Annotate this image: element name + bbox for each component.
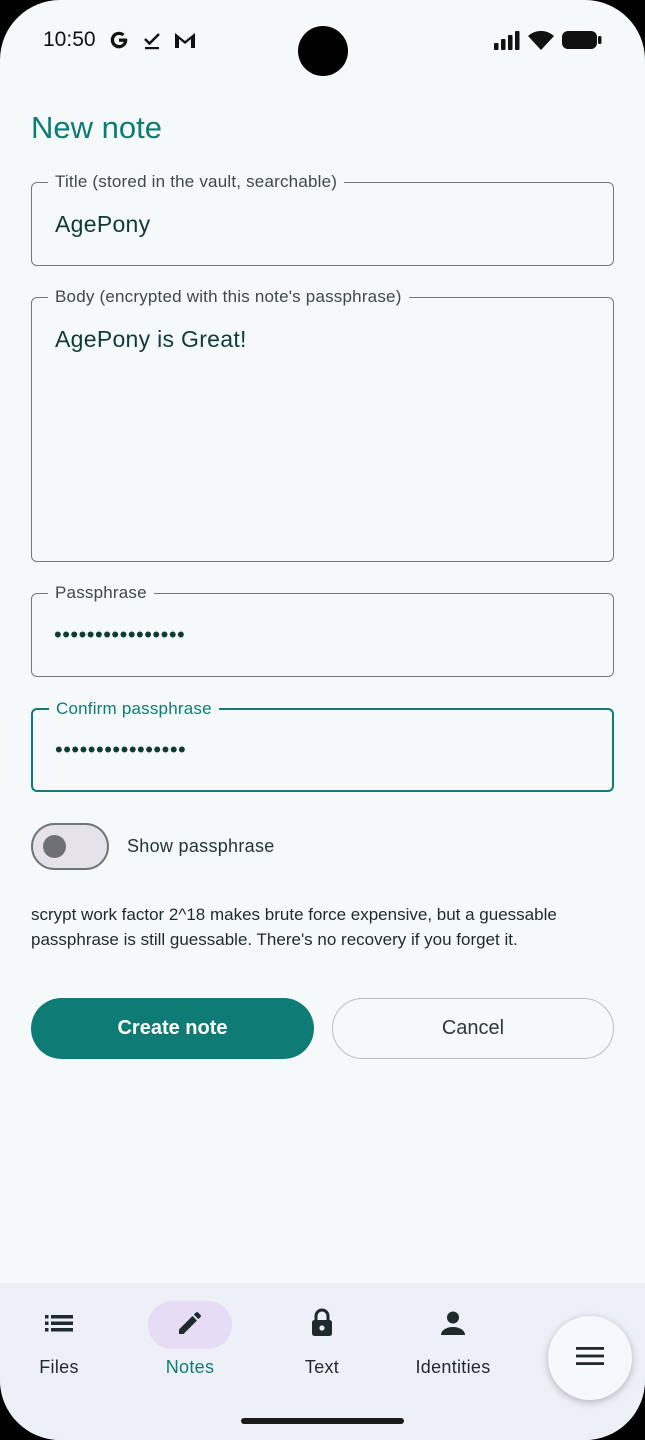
nav-label-notes: Notes — [165, 1357, 215, 1377]
body-field-label: Body (encrypted with this note's passphr… — [48, 287, 409, 307]
nav-item-notes[interactable]: Notes — [125, 1283, 255, 1393]
nav-item-text[interactable]: Text — [257, 1283, 387, 1393]
google-icon — [107, 28, 131, 52]
wifi-icon — [527, 28, 555, 52]
nav-label-identities: Identities — [415, 1357, 491, 1377]
status-time: 10:50 — [43, 28, 96, 51]
nav-label-text: Text — [304, 1357, 340, 1377]
passphrase-field[interactable]: Passphrase •••••••••••••••• — [31, 583, 614, 677]
confirm-passphrase-label: Confirm passphrase — [49, 699, 219, 719]
create-note-button[interactable]: Create note — [31, 998, 314, 1059]
body-field-value: AgePony is Great! — [55, 326, 247, 352]
passphrase-field-label: Passphrase — [48, 583, 154, 603]
front-camera — [298, 26, 348, 76]
menu-icon — [575, 1345, 605, 1372]
title-field-value: AgePony — [55, 211, 151, 237]
status-bar: 10:50 — [0, 0, 645, 80]
confirm-passphrase-value: •••••••••••••••• — [55, 737, 187, 762]
toggle-knob — [43, 835, 66, 858]
page-title: New note — [31, 110, 162, 145]
show-passphrase-label: Show passphrase — [127, 836, 275, 856]
check-icon — [142, 28, 162, 52]
title-field-label: Title (stored in the vault, searchable) — [48, 172, 345, 192]
body-field[interactable]: Body (encrypted with this note's passphr… — [31, 287, 614, 562]
nav-item-identities[interactable]: Identities — [388, 1283, 518, 1393]
nav-label-files: Files — [39, 1357, 79, 1377]
nav-item-files[interactable]: Files — [0, 1283, 124, 1393]
list-icon — [44, 1311, 74, 1340]
gmail-icon — [172, 28, 198, 52]
person-icon — [439, 1309, 467, 1342]
passphrase-warning: scrypt work factor 2^18 makes brute forc… — [31, 905, 557, 949]
battery-icon — [561, 28, 603, 52]
title-field[interactable]: Title (stored in the vault, searchable) … — [31, 172, 614, 266]
pencil-icon — [176, 1309, 204, 1342]
menu-fab[interactable] — [548, 1316, 632, 1400]
cancel-button[interactable]: Cancel — [332, 998, 614, 1059]
home-indicator[interactable] — [241, 1418, 404, 1424]
confirm-passphrase-field[interactable]: Confirm passphrase •••••••••••••••• — [31, 699, 614, 792]
passphrase-field-value: •••••••••••••••• — [54, 622, 186, 647]
show-passphrase-toggle[interactable] — [31, 823, 109, 870]
lock-icon — [309, 1308, 335, 1343]
phone-screen: 10:50 New note Title (stored in the vaul… — [0, 0, 645, 1440]
signal-icon — [493, 28, 521, 52]
